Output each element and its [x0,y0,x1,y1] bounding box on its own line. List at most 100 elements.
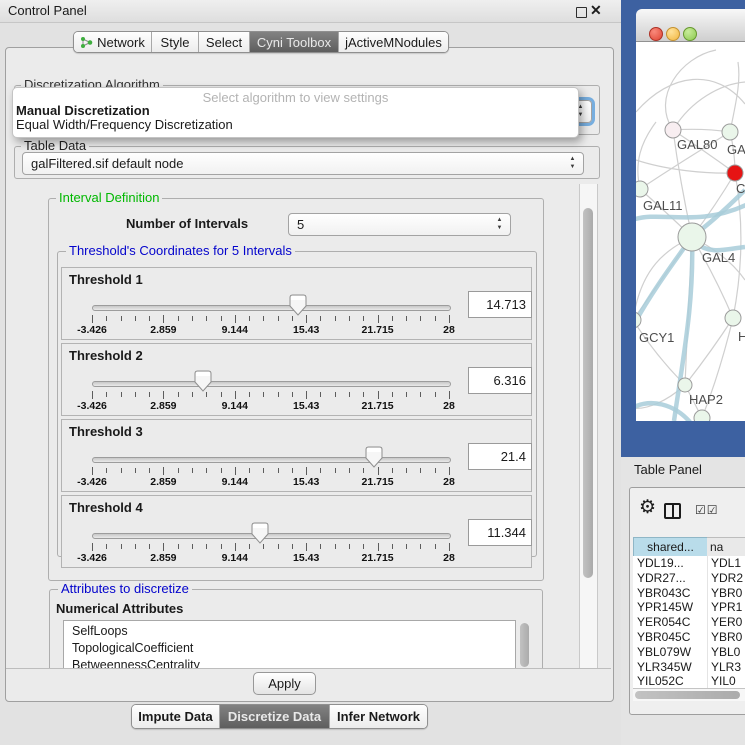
network-edge[interactable] [665,50,716,130]
threshold-value-field[interactable]: 11.344 [468,519,532,546]
slider-tick [206,544,207,549]
table-cell[interactable]: YDL1 [711,556,741,571]
tick-label: 2.859 [133,552,193,564]
network-edge[interactable] [730,62,739,132]
table-row[interactable]: YDR27... YDR2 [633,571,745,586]
list-item-topologicalcoefficient[interactable]: TopologicalCoefficient [64,640,515,657]
network-node-hap2[interactable] [678,378,692,392]
tick-label: 9.144 [205,400,265,412]
network-node-ga[interactable] [722,124,738,140]
slider-tick [378,543,379,551]
table-data-combo[interactable]: galFiltered.sif default node ▲▼ [22,152,584,175]
table-cell[interactable]: YDL19... [637,556,684,571]
column-header-name[interactable]: na [707,537,745,557]
slider-handle[interactable] [289,294,307,321]
table-row[interactable]: YBR045C YBR0 [633,630,745,645]
tab-jactivemnodules[interactable]: jActiveMNodules [338,32,448,52]
network-node[interactable] [694,410,710,421]
gear-icon[interactable]: ⚙ [639,498,656,517]
attributes-list-scrollbar[interactable] [520,623,529,667]
slider-tick [106,468,107,473]
network-window-titlebar[interactable] [636,9,745,42]
table-cell[interactable]: YLR345W [637,660,692,675]
tab-discretize-data[interactable]: Discretize Data [219,705,329,728]
slider-track[interactable] [92,457,451,463]
close-icon[interactable]: ✕ [590,2,602,19]
table-cell[interactable]: YPR1 [711,600,742,615]
num-intervals-combo[interactable]: 5 ▲▼ [288,213,511,236]
threshold-value-field[interactable]: 6.316 [468,367,532,394]
tab-select[interactable]: Select [198,32,249,52]
select-columns-icon[interactable]: ☑☑ [695,503,719,517]
tab-label: jActiveMNodules [345,35,442,50]
popup-item-equal-width-frequency-discretization[interactable]: Equal Width/Frequency Discretization [16,118,233,132]
slider-handle[interactable] [194,370,212,397]
threshold-value-field[interactable]: 21.4 [468,443,532,470]
network-node-h[interactable] [725,310,741,326]
slider-tick [249,468,250,473]
table-cell[interactable]: YER054C [637,615,690,630]
table-cell[interactable]: YDR27... [637,571,686,586]
attributes-list: SelfLoopsTopologicalCoefficientBetweenne… [63,620,516,668]
table-row[interactable]: YBR043C YBR0 [633,586,745,601]
table-cell[interactable]: YER0 [711,615,742,630]
network-node-c[interactable] [727,165,743,181]
table-row[interactable]: YIL052C YIL0 [633,674,745,688]
network-node-gal80[interactable] [665,122,681,138]
network-edge-highlighted[interactable] [636,403,690,421]
network-node-gal11[interactable] [636,181,648,197]
network-edge[interactable] [673,82,745,130]
slider-tick [278,544,279,549]
main-scrollbar-thumb[interactable] [583,208,593,578]
minimize-traffic-light[interactable] [666,27,680,41]
network-edge[interactable] [638,122,656,189]
popup-item-manual-discretization[interactable]: Manual Discretization [16,104,150,118]
threshold-value-field[interactable]: 14.713 [468,291,532,318]
close-traffic-light[interactable] [649,27,663,41]
table-hscrollbar-thumb[interactable] [635,691,740,699]
slider-handle[interactable] [365,446,383,473]
table-cell[interactable]: YBR045C [637,630,690,645]
table-cell[interactable]: YIL052C [637,674,684,688]
float-window-icon[interactable] [576,7,587,18]
table-cell[interactable]: YBR0 [711,630,742,645]
slider-tick [278,468,279,473]
table-row[interactable]: YLR345W YLR3 [633,660,745,675]
network-canvas[interactable]: GAL80GACGAL11GAL4GCY1HHAP2 [636,42,745,421]
main-scrollbar-track[interactable] [579,184,598,668]
slider-track[interactable] [92,305,451,311]
network-edge[interactable] [673,129,730,132]
table-hscrollbar-track[interactable] [633,688,745,701]
table-cell[interactable]: YPR145W [637,600,693,615]
list-item-betweennesscentrality[interactable]: BetweennessCentrality [64,657,515,668]
table-cell[interactable]: YDR2 [711,571,743,586]
columns-icon[interactable] [664,503,681,519]
table-cell[interactable]: YBR043C [637,586,690,601]
table-row[interactable]: YBL079W YBL0 [633,645,745,660]
table-cell[interactable]: YBR0 [711,586,742,601]
slider-track[interactable] [92,381,451,387]
table-row[interactable]: YPR145W YPR1 [633,600,745,615]
table-cell[interactable]: YIL0 [711,674,736,688]
table-cell[interactable]: YBL0 [711,645,740,660]
network-edge[interactable] [685,318,733,385]
tick-label: 28 [419,552,479,564]
tab-infer-network[interactable]: Infer Network [329,705,427,728]
tab-network[interactable]: Network [74,32,151,52]
column-header-shared[interactable]: shared... [633,537,708,557]
tab-style[interactable]: Style [151,32,198,52]
zoom-traffic-light[interactable] [683,27,697,41]
table-row[interactable]: YER054C YER0 [633,615,745,630]
apply-button[interactable]: Apply [253,672,316,695]
slider-track[interactable] [92,533,451,539]
table-cell[interactable]: YLR3 [711,660,741,675]
network-node-gal4[interactable] [678,223,706,251]
table-cell[interactable]: YBL079W [637,645,691,660]
tab-impute-data[interactable]: Impute Data [132,705,219,728]
table-row[interactable]: YDL19... YDL1 [633,556,745,571]
slider-handle[interactable] [251,522,269,549]
network-edge[interactable] [636,79,745,112]
table-data-value: galFiltered.sif default node [31,153,183,174]
list-item-selfloops[interactable]: SelfLoops [64,623,515,640]
tab-cyni-toolbox[interactable]: Cyni Toolbox [249,32,338,52]
